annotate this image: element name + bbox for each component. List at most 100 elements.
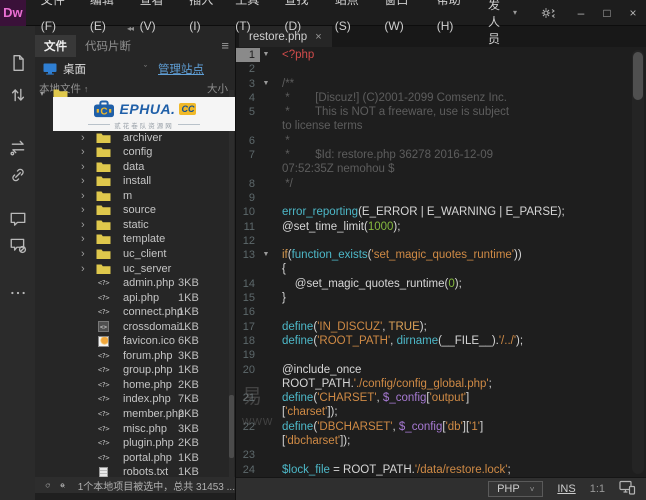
menu-item[interactable]: 编辑(E) — [81, 0, 131, 39]
sync-icon[interactable] — [9, 138, 27, 156]
fold-arrow-icon[interactable]: ▼ — [260, 77, 272, 91]
titlebar: Dw 文件(F)编辑(E)查看(V)插入(I)工具(T)查找(D)站点(S)窗口… — [0, 0, 646, 26]
panel-menu-icon[interactable]: ≡ — [221, 38, 229, 53]
editor-status-bar: PHP ˅ INS 1:1 — [236, 477, 646, 500]
chevron-right-icon[interactable]: › — [81, 219, 85, 231]
gear-icon — [539, 5, 556, 21]
file-icon: <?> — [96, 350, 111, 362]
line-number: 4 — [236, 91, 260, 105]
file-name: home.php — [123, 379, 172, 391]
code-view[interactable]: 1▼<?php23▼/**4 * [Discuz!] (C)2001-2099 … — [236, 47, 646, 477]
menu-item[interactable]: 工具(T) — [226, 0, 275, 39]
tree-row-folder[interactable]: ›uc_client — [35, 247, 229, 262]
menu-item[interactable]: 查找(D) — [275, 0, 325, 39]
chevron-right-icon[interactable]: › — [81, 161, 85, 173]
tree-row-file[interactable]: <>crossdomai...1KB — [35, 320, 229, 335]
tree-row-file[interactable]: <?>group.php1KB — [35, 363, 229, 378]
chevron-right-icon[interactable]: › — [81, 233, 85, 245]
menu-item[interactable]: 插入(I) — [180, 0, 226, 39]
new-file-icon[interactable] — [9, 54, 27, 72]
chevron-right-icon[interactable]: › — [81, 190, 85, 202]
more-icon[interactable] — [9, 284, 27, 302]
menu-item[interactable]: 查看(V) — [131, 0, 181, 39]
dreamweaver-window: Dw 文件(F)编辑(E)查看(V)插入(I)工具(T)查找(D)站点(S)窗口… — [0, 0, 646, 500]
tree-row-folder[interactable]: ›install — [35, 174, 229, 189]
comment-icon[interactable] — [9, 210, 27, 228]
tree-row-folder[interactable]: ›m — [35, 189, 229, 204]
editor-scrollbar[interactable] — [632, 50, 644, 474]
code-editor: restore.php × 1▼<?php23▼/**4 * [Discuz!]… — [235, 26, 646, 500]
comment-blocked-icon[interactable] — [9, 236, 27, 254]
file-icon: <> — [96, 321, 111, 333]
tree-row-folder[interactable]: ›static — [35, 218, 229, 233]
tree-row-folder[interactable]: ›template — [35, 232, 229, 247]
close-button[interactable]: × — [620, 0, 646, 26]
folder-icon — [96, 161, 111, 173]
chevron-right-icon[interactable]: › — [81, 175, 85, 187]
file-tree: ▾›archiver›config›data›install›m›source›… — [35, 87, 229, 477]
menu-item[interactable]: 站点(S) — [326, 0, 376, 39]
get-put-files-icon[interactable] — [60, 479, 65, 492]
tree-row-file[interactable]: <?>admin.php3KB — [35, 276, 229, 291]
tree-row-folder[interactable]: ›source — [35, 203, 229, 218]
tree-row-file[interactable]: <?>index.php7KB — [35, 392, 229, 407]
manage-sites-link[interactable]: 管理站点 — [158, 61, 204, 77]
code-link-icon[interactable] — [9, 166, 27, 184]
language-selector[interactable]: PHP ˅ — [488, 481, 543, 497]
file-icon: <?> — [96, 437, 111, 449]
tree-row-file[interactable]: <?>member.php2KB — [35, 407, 229, 422]
file-size: 3KB — [178, 277, 199, 289]
file-size: 6KB — [178, 335, 199, 347]
tree-row-file[interactable]: <?>portal.php1KB — [35, 451, 229, 466]
code-line: 4 * [Discuz!] (C)2001-2099 Comsenz Inc. — [236, 91, 646, 105]
code-line: 13▼if(function_exists('set_magic_quotes_… — [236, 248, 646, 277]
refresh-icon[interactable] — [45, 479, 50, 492]
tree-row-folder[interactable]: ›data — [35, 160, 229, 175]
tree-row-file[interactable]: favicon.ico6KB — [35, 334, 229, 349]
menu-item[interactable]: 帮助(H) — [428, 0, 478, 39]
files-scrollbar[interactable] — [229, 90, 234, 477]
chevron-right-icon[interactable]: › — [81, 146, 85, 158]
chevron-expanded-icon[interactable]: ▾ — [40, 88, 44, 100]
tree-row-file[interactable]: <?>connect.php1KB — [35, 305, 229, 320]
chevron-right-icon[interactable]: › — [81, 248, 85, 260]
insert-mode-indicator[interactable]: INS — [557, 483, 575, 495]
chevron-right-icon[interactable]: › — [81, 204, 85, 216]
files-scrollbar-thumb[interactable] — [229, 395, 234, 458]
file-name: group.php — [123, 364, 173, 376]
file-icon: <?> — [96, 364, 111, 376]
workspace-label: 开发人员 — [488, 0, 508, 47]
code-line: 8 */ — [236, 177, 646, 191]
editor-scrollbar-thumb[interactable] — [633, 52, 643, 100]
sync-settings-button[interactable] — [527, 5, 568, 21]
line-number: 17 — [236, 320, 260, 334]
code-line: 3▼/** — [236, 77, 646, 91]
chevron-right-icon[interactable]: › — [81, 132, 85, 144]
transfer-files-icon[interactable] — [9, 86, 27, 104]
chevron-right-icon[interactable]: › — [81, 263, 85, 275]
code-line: 12 — [236, 234, 646, 248]
folder-icon — [96, 219, 111, 231]
fold-arrow-icon[interactable]: ▼ — [260, 248, 272, 262]
fold-arrow-icon[interactable]: ▼ — [260, 48, 272, 62]
tree-row-file[interactable]: <?>forum.php3KB — [35, 349, 229, 364]
activity-bar — [0, 26, 35, 500]
tree-row-file[interactable]: robots.txt1KB — [35, 465, 229, 477]
tree-row-folder[interactable]: ›uc_server — [35, 262, 229, 277]
menu-item[interactable]: 窗口(W) — [375, 0, 427, 39]
line-number: 18 — [236, 334, 260, 348]
tree-row-file[interactable]: <?>api.php1KB — [35, 291, 229, 306]
preview-devices-icon[interactable] — [619, 480, 636, 498]
line-number: 15 — [236, 291, 260, 305]
tree-row-file[interactable]: <?>home.php2KB — [35, 378, 229, 393]
tree-row-folder[interactable]: ›archiver — [35, 131, 229, 146]
maximize-button[interactable]: □ — [594, 0, 620, 26]
workspace-switcher[interactable]: 开发人员 ▾ — [478, 0, 527, 47]
minimize-button[interactable]: – — [568, 0, 594, 26]
tree-row-folder[interactable]: ›config — [35, 145, 229, 160]
file-size: 2KB — [178, 408, 199, 420]
tree-row-file[interactable]: <?>plugin.php2KB — [35, 436, 229, 451]
tree-row-file[interactable]: <?>misc.php3KB — [35, 422, 229, 437]
site-selector[interactable]: 桌面 ˇ — [39, 59, 151, 79]
menu-item[interactable]: 文件(F) — [32, 0, 81, 39]
